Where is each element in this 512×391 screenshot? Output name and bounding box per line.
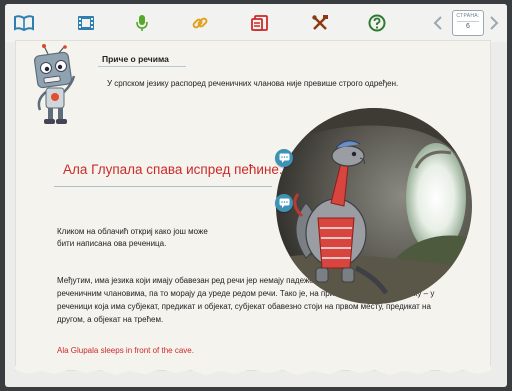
microphone-icon[interactable] xyxy=(131,12,153,34)
cave-dragon-illustration xyxy=(276,108,472,304)
title-divider xyxy=(98,66,186,67)
help-icon[interactable] xyxy=(366,12,388,34)
toolbar: СТРАНА: 6 xyxy=(5,4,507,42)
page-label: СТРАНА: xyxy=(456,13,480,19)
book-icon[interactable] xyxy=(13,12,35,34)
torn-paper-edge xyxy=(15,366,491,375)
next-page-button[interactable] xyxy=(487,12,501,34)
example-sentence: Ала Глупала спава испред пећине. xyxy=(63,162,283,177)
robot-mascot xyxy=(33,44,76,124)
quiz-icon[interactable] xyxy=(249,12,271,34)
chat-bubble-button[interactable] xyxy=(275,194,293,212)
click-instruction: Кликом на облачић откриј како још може б… xyxy=(57,227,208,248)
link-icon[interactable] xyxy=(189,12,211,34)
english-example: Ala Glupala sleeps in front of the cave. xyxy=(57,346,194,355)
page-number: 6 xyxy=(457,21,479,30)
headline-divider xyxy=(54,186,272,187)
tools-icon[interactable] xyxy=(309,12,331,34)
intro-text: У српском језику распоред реченичних чла… xyxy=(107,79,399,88)
chat-bubble-button[interactable] xyxy=(275,149,293,167)
speech-bubble-icon xyxy=(279,198,289,208)
page-indicator: СТРАНА: 6 xyxy=(452,10,484,36)
film-icon[interactable] xyxy=(75,12,97,34)
prev-page-button[interactable] xyxy=(431,12,445,34)
page-title: Приче о речима xyxy=(102,54,169,64)
speech-bubble-icon xyxy=(279,153,289,163)
